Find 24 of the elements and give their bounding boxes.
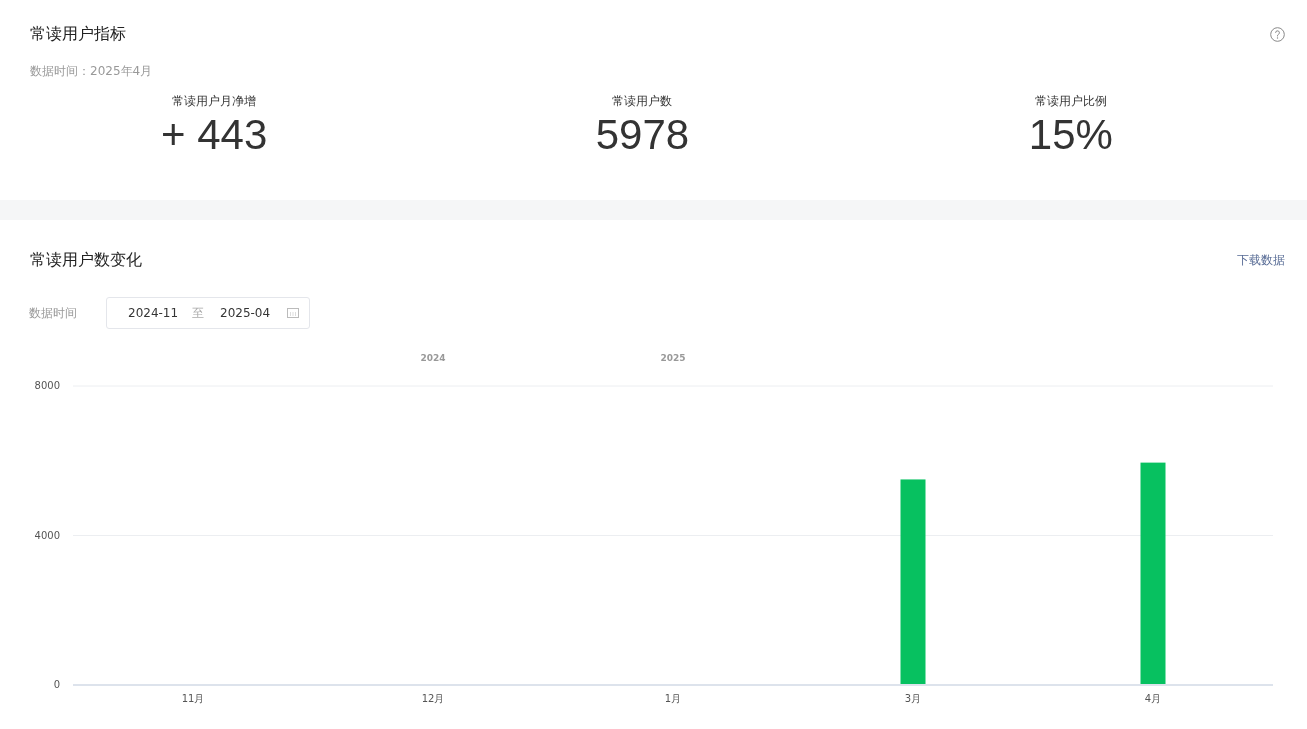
- section-title: 常读用户数变化: [30, 249, 142, 271]
- year-label: 2024: [420, 353, 446, 363]
- metric-label: 常读用户数: [612, 93, 673, 110]
- calendar-icon: [287, 308, 299, 318]
- date-range-field[interactable]: 2024-11 至 2025-04: [106, 297, 310, 329]
- metric-value: 15%: [1028, 112, 1113, 159]
- y-axis-label: 4000: [34, 529, 60, 541]
- filter-label: 数据时间: [29, 305, 78, 322]
- metric-label: 常读用户月净增: [172, 93, 257, 110]
- x-axis-label: 12月: [421, 693, 445, 704]
- help-icon[interactable]: [1270, 26, 1285, 42]
- metric-label: 常读用户比例: [1034, 93, 1107, 110]
- metric-value: + 443: [161, 112, 268, 159]
- x-axis-label: 4月: [1144, 693, 1162, 704]
- year-label: 2025: [660, 353, 686, 363]
- data-time-text: 数据时间：2025年4月: [30, 63, 154, 80]
- x-axis-label: 11月: [181, 693, 205, 704]
- metric-value: 5978: [595, 112, 690, 159]
- y-axis-label: 8000: [34, 380, 60, 391]
- y-axis-label: 0: [53, 679, 60, 690]
- download-data-link[interactable]: 下载数据: [1237, 251, 1285, 269]
- section-title: 常读用户指标: [30, 23, 126, 45]
- x-axis-label: 1月: [664, 693, 682, 704]
- x-axis-label: 3月: [904, 693, 922, 704]
